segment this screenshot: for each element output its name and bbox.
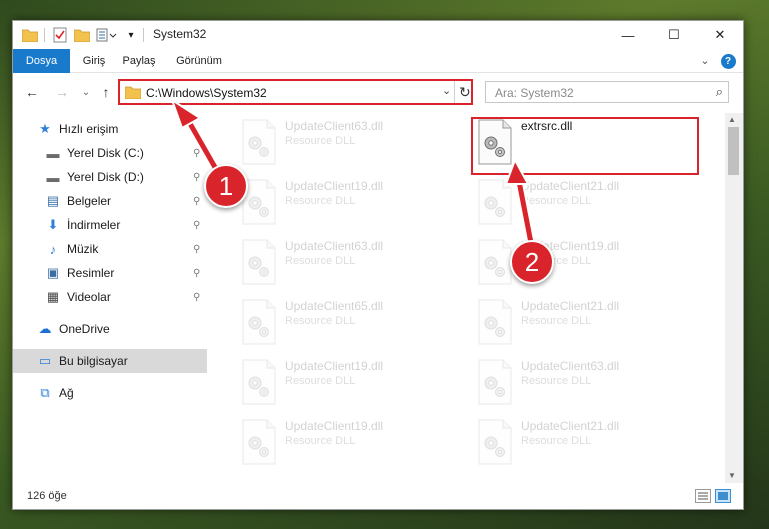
arrow2-head <box>504 157 530 185</box>
annotation-badge-2: 2 <box>510 240 554 284</box>
arrow1-head <box>170 97 202 130</box>
annotation-badge-1: 1 <box>204 164 248 208</box>
annotation-arrows <box>170 97 537 253</box>
